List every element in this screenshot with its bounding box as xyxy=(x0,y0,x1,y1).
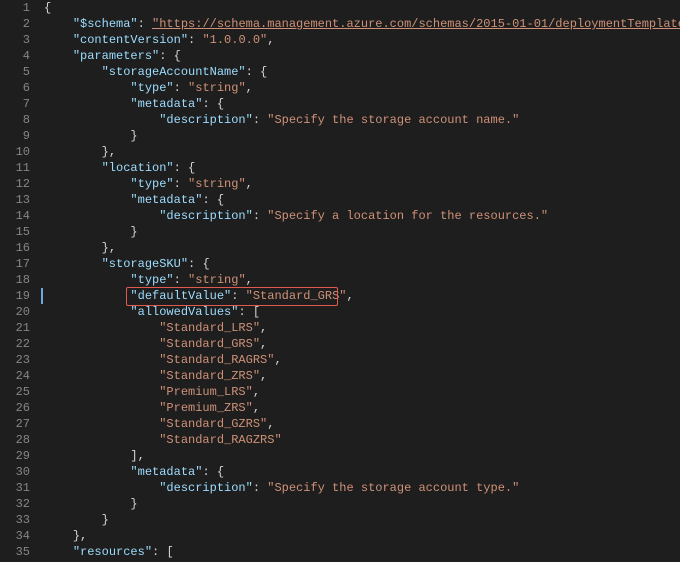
code-line[interactable]: "type": "string", xyxy=(44,80,680,96)
line-number: 26 xyxy=(8,400,30,416)
code-line[interactable]: "type": "string", xyxy=(44,176,680,192)
line-number: 33 xyxy=(8,512,30,528)
line-number: 8 xyxy=(8,112,30,128)
code-line[interactable]: } xyxy=(44,224,680,240)
code-area[interactable]: { "$schema": "https://schema.management.… xyxy=(44,0,680,562)
line-number: 30 xyxy=(8,464,30,480)
code-line[interactable]: "Standard_ZRS", xyxy=(44,368,680,384)
line-number: 27 xyxy=(8,416,30,432)
code-line[interactable]: "parameters": { xyxy=(44,48,680,64)
line-number: 1 xyxy=(8,0,30,16)
code-line[interactable]: "description": "Specify the storage acco… xyxy=(44,112,680,128)
line-number: 31 xyxy=(8,480,30,496)
line-number: 22 xyxy=(8,336,30,352)
code-line[interactable]: "$schema": "https://schema.management.az… xyxy=(44,16,680,32)
line-number: 9 xyxy=(8,128,30,144)
line-number: 17 xyxy=(8,256,30,272)
code-line[interactable]: "description": "Specify the storage acco… xyxy=(44,480,680,496)
code-line[interactable]: "resources": [ xyxy=(44,544,680,560)
code-line[interactable]: "storageSKU": { xyxy=(44,256,680,272)
code-line[interactable]: "location": { xyxy=(44,160,680,176)
line-number: 11 xyxy=(8,160,30,176)
line-number: 14 xyxy=(8,208,30,224)
code-line[interactable]: "Standard_RAGRS", xyxy=(44,352,680,368)
code-line[interactable]: }, xyxy=(44,240,680,256)
code-line[interactable]: "Standard_LRS", xyxy=(44,320,680,336)
line-number: 7 xyxy=(8,96,30,112)
line-number: 19 xyxy=(8,288,30,304)
code-line[interactable]: "Premium_LRS", xyxy=(44,384,680,400)
line-number: 15 xyxy=(8,224,30,240)
code-line[interactable]: "allowedValues": [ xyxy=(44,304,680,320)
line-number: 34 xyxy=(8,528,30,544)
line-number-gutter: 1234567891011121314151617181920212223242… xyxy=(0,0,44,562)
code-line[interactable]: "Premium_ZRS", xyxy=(44,400,680,416)
code-line[interactable]: } xyxy=(44,496,680,512)
code-line[interactable]: "contentVersion": "1.0.0.0", xyxy=(44,32,680,48)
code-line[interactable]: "metadata": { xyxy=(44,192,680,208)
code-line[interactable]: "metadata": { xyxy=(44,464,680,480)
code-line[interactable]: { xyxy=(44,0,680,16)
code-line[interactable]: }, xyxy=(44,528,680,544)
code-line[interactable]: "description": "Specify a location for t… xyxy=(44,208,680,224)
code-editor[interactable]: 1234567891011121314151617181920212223242… xyxy=(0,0,680,562)
line-number: 25 xyxy=(8,384,30,400)
line-number: 5 xyxy=(8,64,30,80)
code-line[interactable]: } xyxy=(44,512,680,528)
code-line[interactable]: ], xyxy=(44,448,680,464)
line-number: 12 xyxy=(8,176,30,192)
line-number: 16 xyxy=(8,240,30,256)
line-number: 3 xyxy=(8,32,30,48)
code-line[interactable]: "defaultValue": "Standard_GRS", xyxy=(44,288,680,304)
line-number: 23 xyxy=(8,352,30,368)
code-line[interactable]: "storageAccountName": { xyxy=(44,64,680,80)
code-line[interactable]: "Standard_GRS", xyxy=(44,336,680,352)
line-number: 20 xyxy=(8,304,30,320)
line-number: 10 xyxy=(8,144,30,160)
cursor-indicator xyxy=(41,288,43,304)
line-number: 13 xyxy=(8,192,30,208)
line-number: 21 xyxy=(8,320,30,336)
line-number: 28 xyxy=(8,432,30,448)
line-number: 24 xyxy=(8,368,30,384)
line-number: 35 xyxy=(8,544,30,560)
line-number: 4 xyxy=(8,48,30,64)
code-line[interactable]: } xyxy=(44,128,680,144)
line-number: 29 xyxy=(8,448,30,464)
code-line[interactable]: "Standard_RAGZRS" xyxy=(44,432,680,448)
line-number: 32 xyxy=(8,496,30,512)
code-line[interactable]: "Standard_GZRS", xyxy=(44,416,680,432)
code-line[interactable]: }, xyxy=(44,144,680,160)
line-number: 2 xyxy=(8,16,30,32)
code-line[interactable]: "type": "string", xyxy=(44,272,680,288)
line-number: 6 xyxy=(8,80,30,96)
line-number: 18 xyxy=(8,272,30,288)
code-line[interactable]: "metadata": { xyxy=(44,96,680,112)
